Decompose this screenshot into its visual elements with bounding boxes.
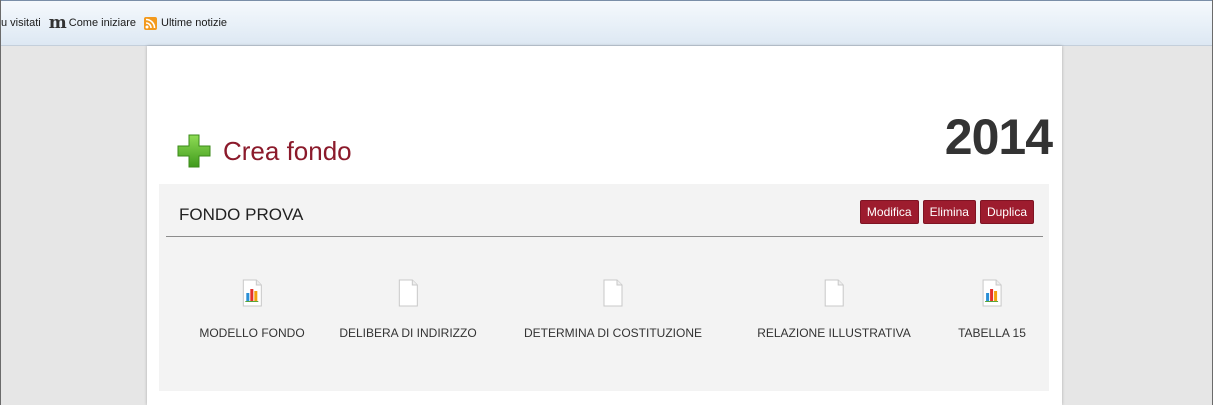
create-fondo-label: Crea fondo	[223, 135, 352, 166]
document-label: TABELLA 15	[958, 326, 1026, 340]
fondo-header: FONDO PROVA Modifica Elimina Duplica	[166, 184, 1043, 237]
document-list: MODELLO FONDO DELIBERA DI INDIRIZZO DETE…	[159, 279, 1049, 359]
duplicate-button[interactable]: Duplica	[979, 200, 1034, 224]
document-label: DELIBERA DI INDIRIZZO	[339, 326, 477, 340]
fondo-title: FONDO PROVA	[179, 205, 304, 224]
edit-button[interactable]: Modifica	[859, 200, 919, 224]
rss-feed-icon	[144, 16, 157, 30]
bookmark-most-visited[interactable]: u visitati	[1, 17, 41, 29]
chart-document-icon	[242, 279, 262, 307]
document-modello-fondo[interactable]: MODELLO FONDO	[199, 279, 305, 340]
fondo-actions: Modifica Elimina Duplica	[859, 200, 1034, 224]
document-determina-di-costituzione[interactable]: DETERMINA DI COSTITUZIONE	[524, 279, 702, 340]
bookmark-getting-started[interactable]: m Come iniziare	[48, 12, 136, 33]
document-delibera-di-indirizzo[interactable]: DELIBERA DI INDIRIZZO	[339, 279, 477, 340]
document-label: MODELLO FONDO	[199, 326, 305, 340]
document-label: RELAZIONE ILLUSTRATIVA	[757, 326, 911, 340]
create-fondo-link[interactable]: Crea fondo	[177, 134, 352, 168]
blank-document-icon	[824, 279, 844, 307]
bookmark-label: Come iniziare	[68, 17, 136, 29]
year-heading: 2014	[944, 109, 1053, 165]
document-label: DETERMINA DI COSTITUZIONE	[523, 326, 703, 340]
blank-document-icon	[603, 279, 623, 307]
document-relazione-illustrativa[interactable]: RELAZIONE ILLUSTRATIVA	[757, 279, 911, 340]
mozilla-m-icon: m	[48, 12, 67, 33]
bookmark-latest-news[interactable]: Ultime notizie	[144, 16, 228, 30]
bookmark-label: Ultime notizie	[161, 17, 228, 29]
bookmarks-toolbar: u visitati m Come iniziare Ultime notizi…	[0, 0, 1213, 46]
delete-button[interactable]: Elimina	[922, 200, 976, 224]
document-tabella-15[interactable]: TABELLA 15	[958, 279, 1026, 340]
blank-document-icon	[398, 279, 418, 307]
fondo-panel: FONDO PROVA Modifica Elimina Duplica MOD…	[159, 184, 1049, 391]
bookmark-label: u visitati	[1, 17, 41, 29]
page-content: Crea fondo 2014 FONDO PROVA Modifica Eli…	[147, 46, 1062, 405]
plus-icon	[177, 134, 211, 168]
chart-document-icon	[982, 279, 1002, 307]
